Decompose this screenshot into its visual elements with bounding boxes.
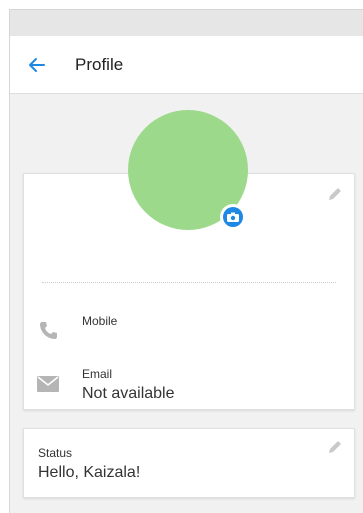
status-card: Status Hello, Kaizala! [23, 428, 355, 498]
email-value: Not available [82, 385, 175, 402]
phone-icon [38, 320, 58, 345]
envelope-icon [37, 376, 59, 397]
pencil-icon [329, 441, 341, 453]
camera-icon [227, 212, 239, 222]
camera-badge [223, 207, 243, 227]
pencil-icon [329, 188, 341, 200]
change-photo-button[interactable] [220, 204, 246, 230]
edit-status-button[interactable] [327, 439, 343, 460]
back-button[interactable] [24, 52, 50, 78]
edit-profile-button[interactable] [327, 186, 343, 207]
arrow-left-icon [29, 58, 45, 72]
mobile-label: Mobile [82, 314, 118, 328]
app-bar: Profile [10, 36, 363, 94]
status-bar [10, 10, 363, 36]
app-frame: Profile Mobile Email Not available Statu… [9, 9, 363, 513]
page-title: Profile [75, 55, 124, 74]
divider [42, 282, 336, 283]
status-value: Hello, Kaizala! [38, 464, 141, 481]
email-label: Email [82, 367, 113, 381]
status-label: Status [38, 446, 73, 460]
